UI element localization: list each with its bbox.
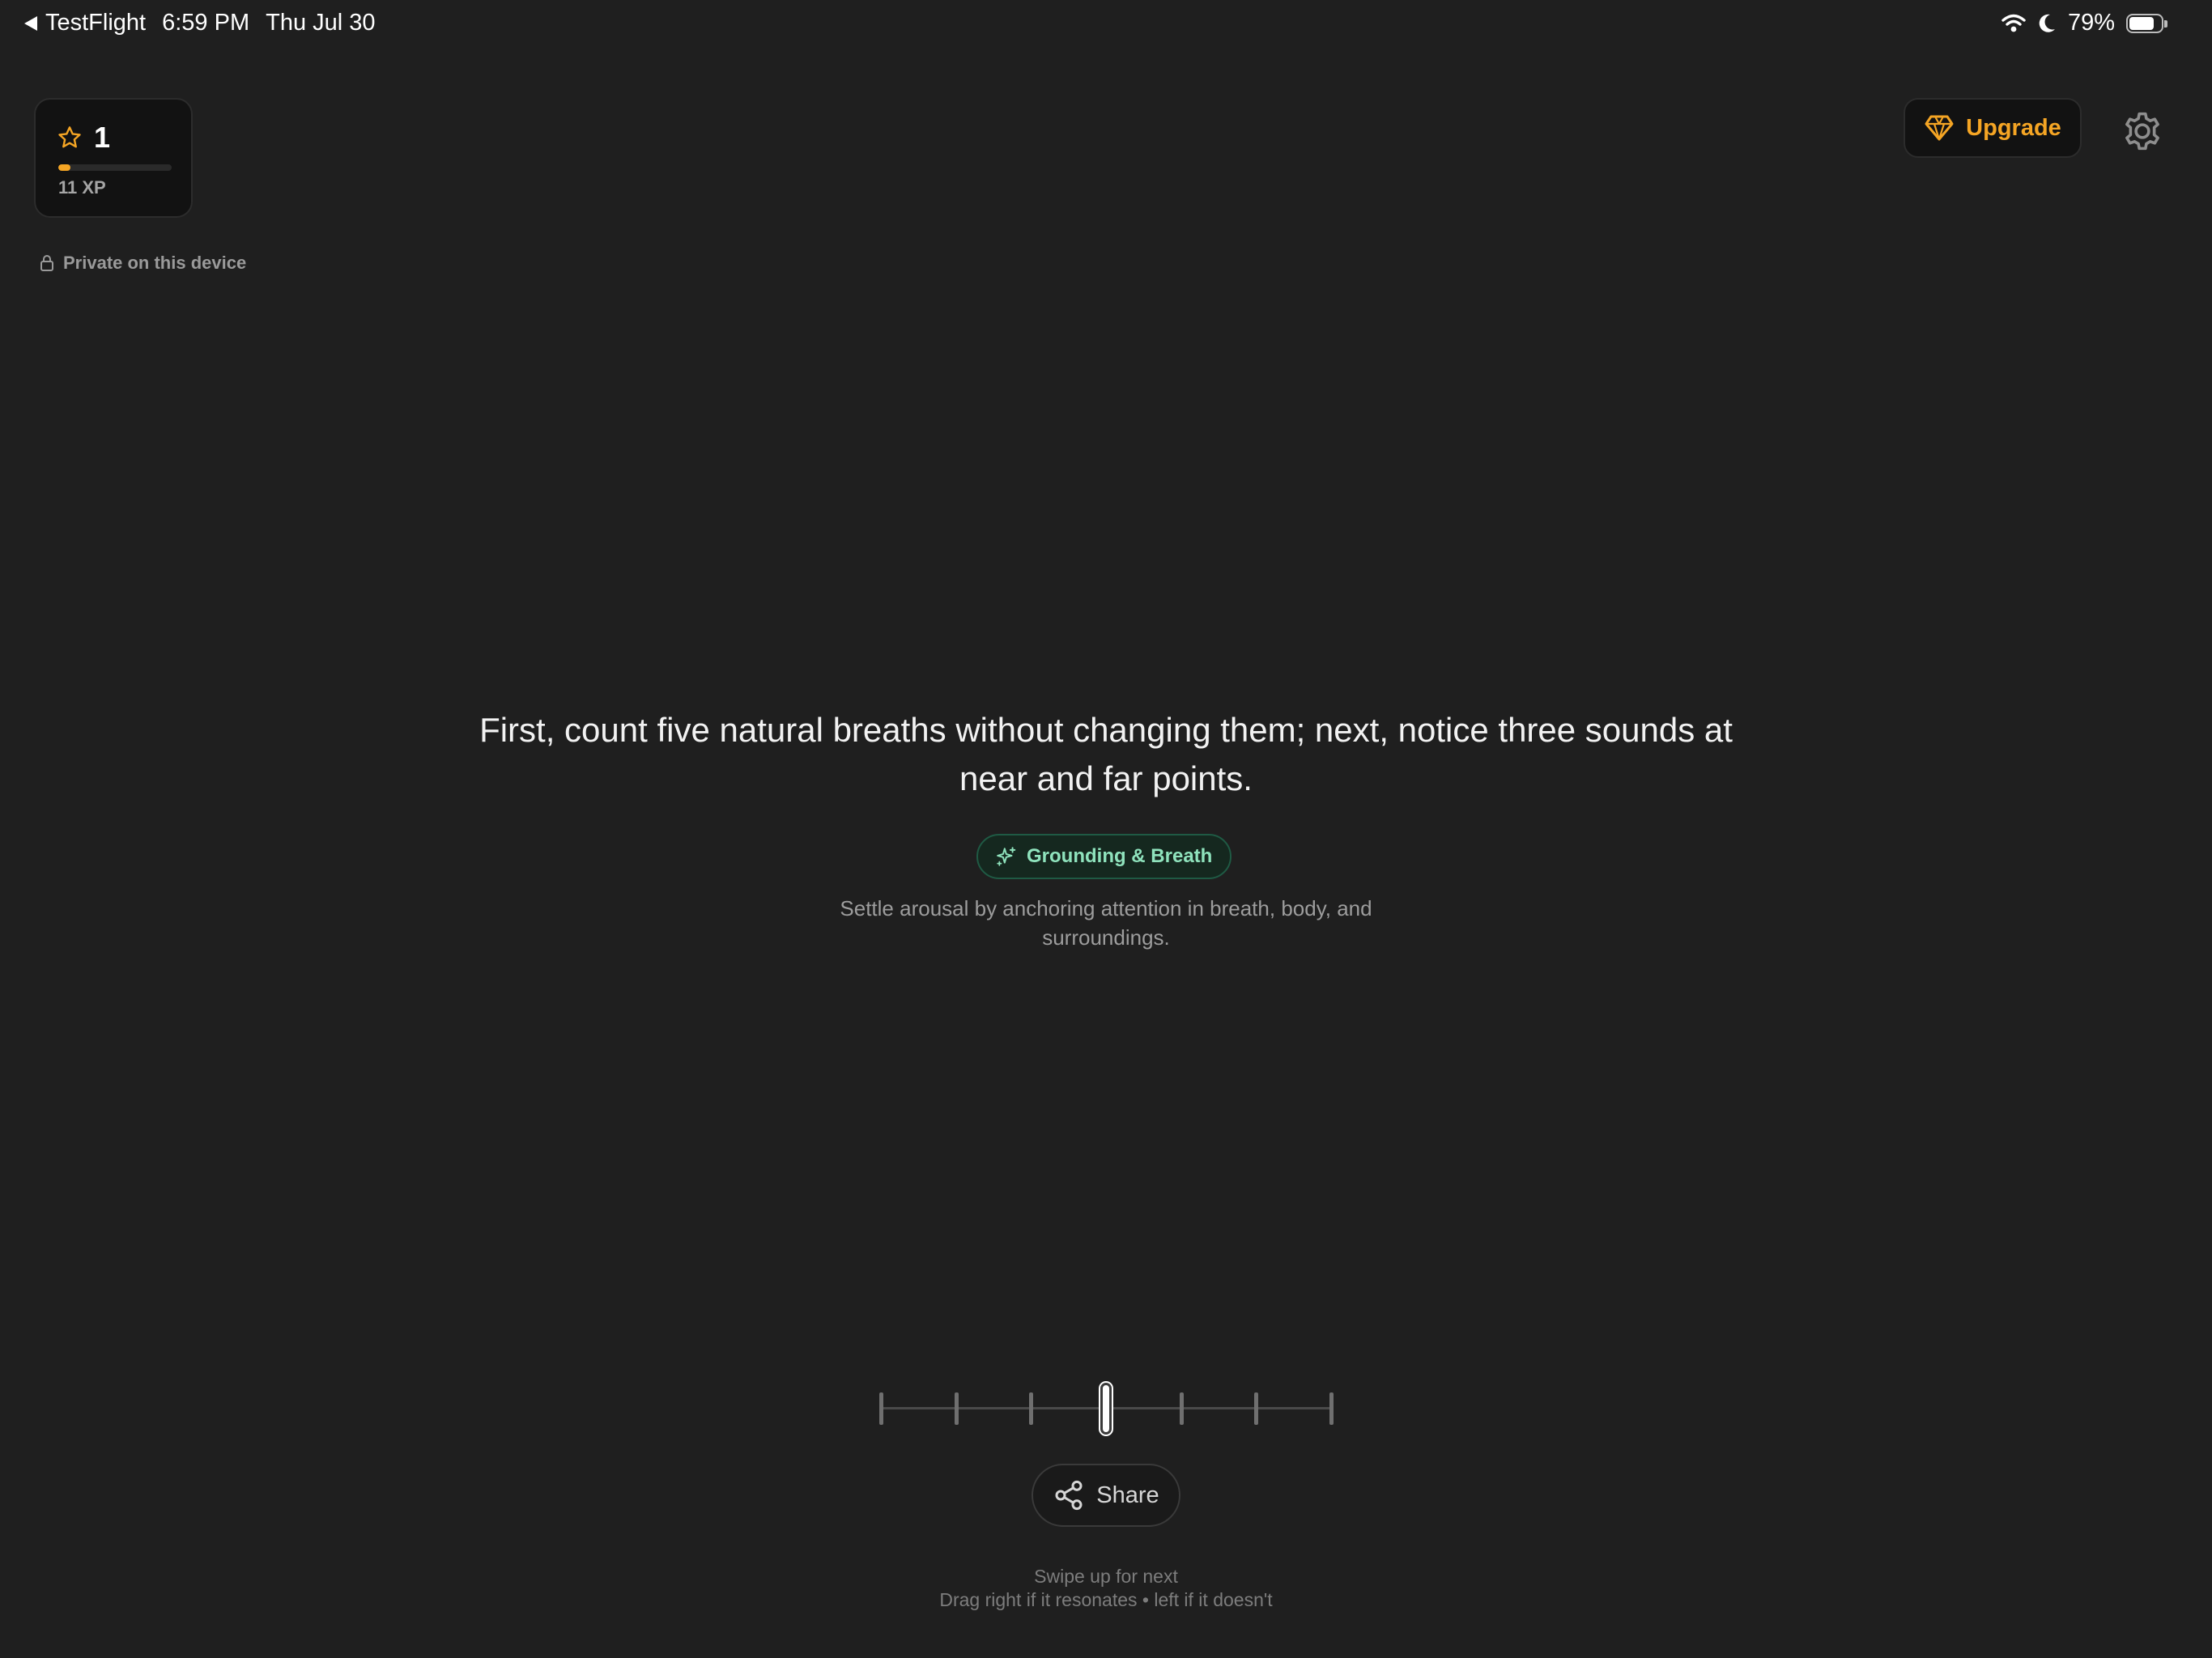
- gear-icon: [2125, 112, 2159, 151]
- xp-level-row: 1: [57, 121, 110, 155]
- battery-icon: [2126, 13, 2167, 33]
- lock-icon: [40, 255, 53, 271]
- share-label: Share: [1096, 1482, 1159, 1508]
- back-app-label: TestFlight: [45, 10, 147, 36]
- privacy-label: Private on this device: [63, 253, 247, 273]
- xp-amount: 11 XP: [58, 177, 106, 198]
- category-chip: Grounding & Breath: [976, 834, 1232, 879]
- share-button[interactable]: Share: [1032, 1464, 1180, 1527]
- slider-tick: [1029, 1392, 1034, 1425]
- slider-tick: [879, 1392, 883, 1425]
- star-icon: [58, 126, 81, 148]
- xp-card[interactable]: 1 11 XP: [34, 98, 193, 218]
- sparkle-icon: [997, 847, 1016, 866]
- battery-percent: 79%: [2067, 10, 2115, 36]
- upgrade-button[interactable]: Upgrade: [1904, 98, 2082, 158]
- xp-progress-fill: [58, 164, 71, 171]
- wifi-icon: [2001, 14, 2026, 32]
- slider-tick: [1179, 1392, 1184, 1425]
- settings-button[interactable]: [2120, 108, 2165, 154]
- upgrade-label: Upgrade: [1966, 114, 2061, 141]
- swipe-hint: Swipe up for next: [1034, 1566, 1178, 1587]
- status-date: Thu Jul 30: [266, 10, 376, 36]
- status-time: 6:59 PM: [162, 10, 250, 36]
- status-bar-right: 79%: [2001, 10, 2167, 36]
- slider-tick: [1254, 1392, 1259, 1425]
- back-to-app-button[interactable]: TestFlight: [24, 10, 146, 36]
- slider-thumb[interactable]: [1100, 1383, 1112, 1435]
- back-triangle-icon: [24, 15, 37, 31]
- status-bar-left: TestFlight 6:59 PM Thu Jul 30: [24, 10, 376, 36]
- share-icon: [1055, 1480, 1083, 1511]
- xp-level: 1: [94, 121, 111, 154]
- category-description: Settle arousal by anchoring attention in…: [840, 896, 1372, 950]
- privacy-notice: Private on this device: [39, 253, 246, 274]
- diamond-icon: [1925, 115, 1954, 141]
- moon-icon: [2039, 14, 2055, 32]
- prompt-text: First, count five natural breaths withou…: [479, 711, 1733, 797]
- slider-tick: [954, 1392, 959, 1425]
- resonance-slider[interactable]: [874, 1376, 1338, 1441]
- category-label: Grounding & Breath: [1027, 845, 1213, 867]
- slider-tick: [1329, 1392, 1334, 1425]
- xp-progress-bar: [58, 164, 172, 171]
- battery-fill: [2129, 16, 2155, 30]
- drag-hint: Drag right if it resonates • left if it …: [939, 1589, 1273, 1610]
- app-screen: TestFlight 6:59 PM Thu Jul 30 79% 1 11 X…: [0, 0, 2212, 1658]
